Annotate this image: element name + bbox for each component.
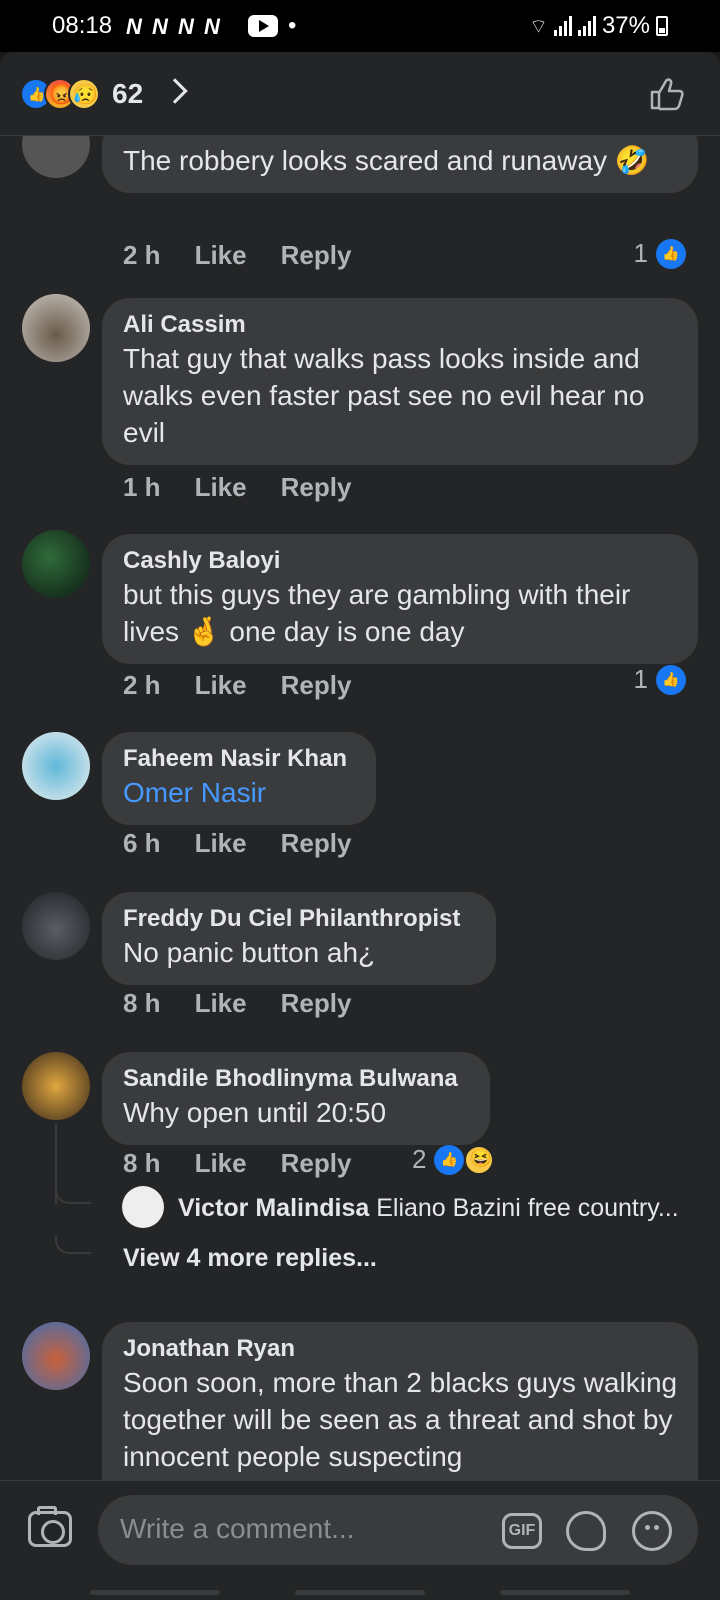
- comment-time: 8 h: [123, 1148, 161, 1178]
- comment-actions: 2 h Like Reply: [123, 670, 351, 701]
- like-link[interactable]: Like: [195, 670, 247, 701]
- like-icon: [656, 664, 686, 695]
- comment-input[interactable]: Write a comment... GIF: [98, 1495, 698, 1565]
- reply-author[interactable]: Victor Malindisa: [178, 1194, 369, 1222]
- comment-actions: 2 h Like Reply: [123, 240, 351, 271]
- reply-preview[interactable]: Victor Malindisa Eliano Bazini free coun…: [178, 1194, 698, 1223]
- reaction-count[interactable]: 62: [112, 78, 143, 110]
- nav-bar: [0, 1590, 720, 1600]
- comment-author[interactable]: Jonathan Ryan: [123, 1334, 678, 1364]
- reply-link[interactable]: Reply: [281, 988, 352, 1019]
- comment-bubble[interactable]: Cashly Baloyi but this guys they are gam…: [102, 534, 698, 664]
- reply-link[interactable]: Reply: [281, 670, 352, 701]
- comment-author[interactable]: Cashly Baloyi: [123, 546, 678, 576]
- emoji-icon[interactable]: [632, 1511, 672, 1551]
- status-right: ⌔ 37%: [529, 12, 668, 40]
- avatar[interactable]: [22, 1322, 90, 1390]
- comment-feed[interactable]: The robbery looks scared and runaway 🤣 2…: [0, 136, 720, 1480]
- comment-actions: 8 h Like Reply: [123, 1148, 351, 1179]
- comment-actions: 8 h Like Reply: [123, 988, 351, 1019]
- camera-icon[interactable]: [28, 1506, 72, 1547]
- comment-author[interactable]: Sandile Bhodlinyma Bulwana: [123, 1064, 470, 1094]
- comment-reaction-count[interactable]: 1: [634, 238, 686, 269]
- avatar[interactable]: [22, 1052, 90, 1120]
- signal-icon-2: [577, 16, 596, 36]
- comment-text: Soon soon, more than 2 blacks guys walki…: [123, 1367, 678, 1472]
- comment-bubble[interactable]: Jonathan Ryan Soon soon, more than 2 bla…: [102, 1322, 698, 1480]
- reply-link[interactable]: Reply: [281, 472, 352, 503]
- nav-home[interactable]: [295, 1590, 425, 1595]
- youtube-icon: [248, 15, 278, 37]
- reply-text: Eliano Bazini free country...: [376, 1194, 679, 1222]
- thumbs-up-icon[interactable]: [648, 76, 684, 112]
- comment-text: That guy that walks pass looks inside an…: [123, 343, 645, 448]
- comment-reaction-count[interactable]: 1: [634, 664, 686, 695]
- sticker-icon[interactable]: [566, 1511, 606, 1551]
- status-time: 08:18: [52, 12, 113, 39]
- wifi-icon: ⌔: [529, 15, 548, 38]
- like-link[interactable]: Like: [195, 828, 247, 859]
- reply-link[interactable]: Reply: [281, 1148, 352, 1179]
- reactions-header: 62: [0, 52, 720, 136]
- signal-icon: [553, 16, 572, 36]
- comment-bubble[interactable]: Sandile Bhodlinyma Bulwana Why open unti…: [102, 1052, 490, 1145]
- comment-text: No panic button ah¿: [123, 937, 376, 968]
- comment-bubble[interactable]: Faheem Nasir Khan Omer Nasir: [102, 732, 376, 825]
- avatar[interactable]: [22, 732, 90, 800]
- sad-icon: [68, 78, 100, 110]
- view-more-replies-link[interactable]: View 4 more replies...: [123, 1244, 377, 1273]
- comment-bubble[interactable]: Ali Cassim That guy that walks pass look…: [102, 298, 698, 465]
- comment-placeholder: Write a comment...: [120, 1513, 355, 1544]
- avatar[interactable]: [22, 892, 90, 960]
- more-notifications-dot: •: [288, 12, 297, 39]
- like-link[interactable]: Like: [195, 240, 247, 271]
- comment-actions: 6 h Like Reply: [123, 828, 351, 859]
- comment-text: The robbery looks scared and runaway 🤣: [123, 145, 650, 176]
- comment-time: 1 h: [123, 472, 161, 502]
- comment-time: 8 h: [123, 988, 161, 1018]
- comment-bubble[interactable]: The robbery looks scared and runaway 🤣: [102, 136, 698, 193]
- nav-back[interactable]: [500, 1590, 630, 1595]
- comment-bubble[interactable]: Freddy Du Ciel Philanthropist No panic b…: [102, 892, 496, 985]
- comment-author[interactable]: Faheem Nasir Khan: [123, 744, 356, 774]
- like-icon: [656, 238, 686, 269]
- comment-composer: Write a comment... GIF: [0, 1480, 720, 1600]
- comment-author[interactable]: Ali Cassim: [123, 310, 678, 340]
- comment-time: 2 h: [123, 670, 161, 700]
- like-icon: [434, 1144, 465, 1175]
- mention-link[interactable]: Omer Nasir: [123, 774, 356, 811]
- avatar[interactable]: [22, 530, 90, 598]
- nav-recents[interactable]: [90, 1590, 220, 1595]
- comment-time: 2 h: [123, 240, 161, 270]
- haha-icon: [464, 1144, 495, 1175]
- thread-connector: [55, 1186, 91, 1204]
- like-link[interactable]: Like: [195, 1148, 247, 1179]
- avatar[interactable]: [22, 294, 90, 362]
- comment-author[interactable]: Freddy Du Ciel Philanthropist: [123, 904, 476, 934]
- comment-time: 6 h: [123, 828, 161, 858]
- thread-connector: [55, 1236, 91, 1254]
- comment-text: but this guys they are gambling with the…: [123, 579, 631, 647]
- comment-actions: 1 h Like Reply: [123, 472, 351, 503]
- reaction-summary[interactable]: [20, 78, 100, 110]
- avatar[interactable]: [122, 1186, 164, 1228]
- avatar[interactable]: [22, 136, 90, 178]
- status-bar: 08:18 N N N N • ⌔ 37%: [0, 0, 720, 52]
- notification-icons: N N N N: [126, 14, 222, 39]
- like-link[interactable]: Like: [195, 472, 247, 503]
- like-link[interactable]: Like: [195, 988, 247, 1019]
- gif-button[interactable]: GIF: [502, 1513, 542, 1549]
- battery-percent: 37%: [601, 12, 650, 39]
- comment-reaction-count[interactable]: 2: [412, 1144, 495, 1175]
- reply-link[interactable]: Reply: [281, 240, 352, 271]
- reply-link[interactable]: Reply: [281, 828, 352, 859]
- comment-text: Why open until 20:50: [123, 1097, 387, 1128]
- chevron-right-icon[interactable]: [162, 78, 188, 104]
- battery-icon: [656, 16, 668, 36]
